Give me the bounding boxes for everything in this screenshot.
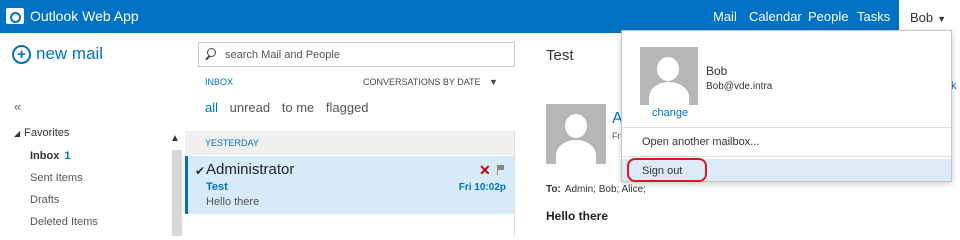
user-menu-button[interactable]: Bob ▼ xyxy=(899,0,960,33)
sort-dropdown[interactable]: CONVERSATIONS BY DATE ▼ xyxy=(363,77,498,87)
search-placeholder: search Mail and People xyxy=(225,49,340,61)
favorites-header[interactable]: ◢ Favorites xyxy=(14,127,69,139)
app-logo[interactable]: Outlook Web App xyxy=(6,8,139,24)
folder-heading: INBOX xyxy=(205,77,234,87)
folder-label: Inbox xyxy=(30,150,60,162)
filter-all[interactable]: all xyxy=(205,100,218,115)
user-avatar[interactable] xyxy=(640,47,698,105)
nav-mail[interactable]: Mail xyxy=(713,9,737,24)
triangle-expanded-icon: ◢ xyxy=(14,129,21,138)
filter-to-me[interactable]: to me xyxy=(282,100,315,115)
delete-icon[interactable]: ✕ xyxy=(479,162,491,179)
nav-tasks[interactable]: Tasks xyxy=(857,9,890,24)
favorites-label: Favorites xyxy=(24,127,70,139)
search-icon xyxy=(207,48,216,57)
filter-unread[interactable]: unread xyxy=(230,100,270,115)
reading-subject: Test xyxy=(546,47,574,64)
nav-calendar[interactable]: Calendar xyxy=(749,9,802,24)
recipients-line: To: Admin; Bob; Alice; xyxy=(546,184,646,195)
message-sender: Administrator xyxy=(206,161,295,178)
sender-avatar xyxy=(546,104,606,164)
filter-bar: all unread to me flagged xyxy=(205,100,377,115)
pane-divider xyxy=(514,131,515,236)
scroll-up-arrow-icon[interactable]: ▲ xyxy=(170,133,180,144)
person-body-icon xyxy=(649,82,689,105)
search-box[interactable]: search Mail and People xyxy=(198,42,515,67)
caret-down-icon: ▼ xyxy=(937,14,947,24)
message-subject: Test xyxy=(206,181,228,193)
plus-circle-icon: + xyxy=(12,44,31,64)
group-label: YESTERDAY xyxy=(205,138,259,148)
scrollbar-thumb[interactable] xyxy=(172,150,182,236)
outlook-logo-icon xyxy=(6,8,24,24)
recipients: Admin; Bob; Alice; xyxy=(564,184,646,195)
caret-down-icon: ▼ xyxy=(489,77,498,87)
message-time: Fri 10:02p xyxy=(458,182,506,193)
person-body-icon xyxy=(556,140,596,164)
sort-label: CONVERSATIONS BY DATE xyxy=(363,77,481,87)
new-mail-label: new mail xyxy=(36,44,104,63)
person-head-icon xyxy=(565,114,587,138)
collapse-pane-button[interactable]: « xyxy=(14,99,21,114)
message-body: Hello there xyxy=(546,209,609,223)
open-another-mailbox[interactable]: Open another mailbox... xyxy=(642,136,759,148)
new-mail-button[interactable]: + new mail xyxy=(12,44,103,64)
folder-sent-items[interactable]: Sent Items xyxy=(30,172,83,184)
nav-people[interactable]: People xyxy=(808,9,848,24)
person-head-icon xyxy=(657,57,679,81)
filter-flagged[interactable]: flagged xyxy=(326,100,369,115)
folder-inbox[interactable]: Inbox 1 xyxy=(30,150,70,162)
folder-drafts[interactable]: Drafts xyxy=(30,194,59,206)
message-row[interactable]: ✔ Administrator Test Hello there ✕ Fri 1… xyxy=(185,156,514,214)
user-menu-label: Bob xyxy=(910,10,934,25)
top-bar: Outlook Web App Mail Calendar People Tas… xyxy=(0,0,960,33)
sign-out-highlight xyxy=(627,158,707,182)
user-name: Bob xyxy=(706,64,728,78)
user-email: Bob@vde.intra xyxy=(706,81,773,92)
checkmark-icon[interactable]: ✔ xyxy=(195,164,205,178)
flag-icon[interactable] xyxy=(497,165,505,175)
unread-count: 1 xyxy=(64,150,71,162)
app-title: Outlook Web App xyxy=(30,8,139,24)
change-photo-link[interactable]: change xyxy=(652,107,688,119)
menu-divider xyxy=(622,127,951,128)
folder-deleted-items[interactable]: Deleted Items xyxy=(30,216,98,228)
to-label: To: xyxy=(546,184,561,195)
message-preview: Hello there xyxy=(206,196,260,208)
menu-divider xyxy=(622,156,951,157)
